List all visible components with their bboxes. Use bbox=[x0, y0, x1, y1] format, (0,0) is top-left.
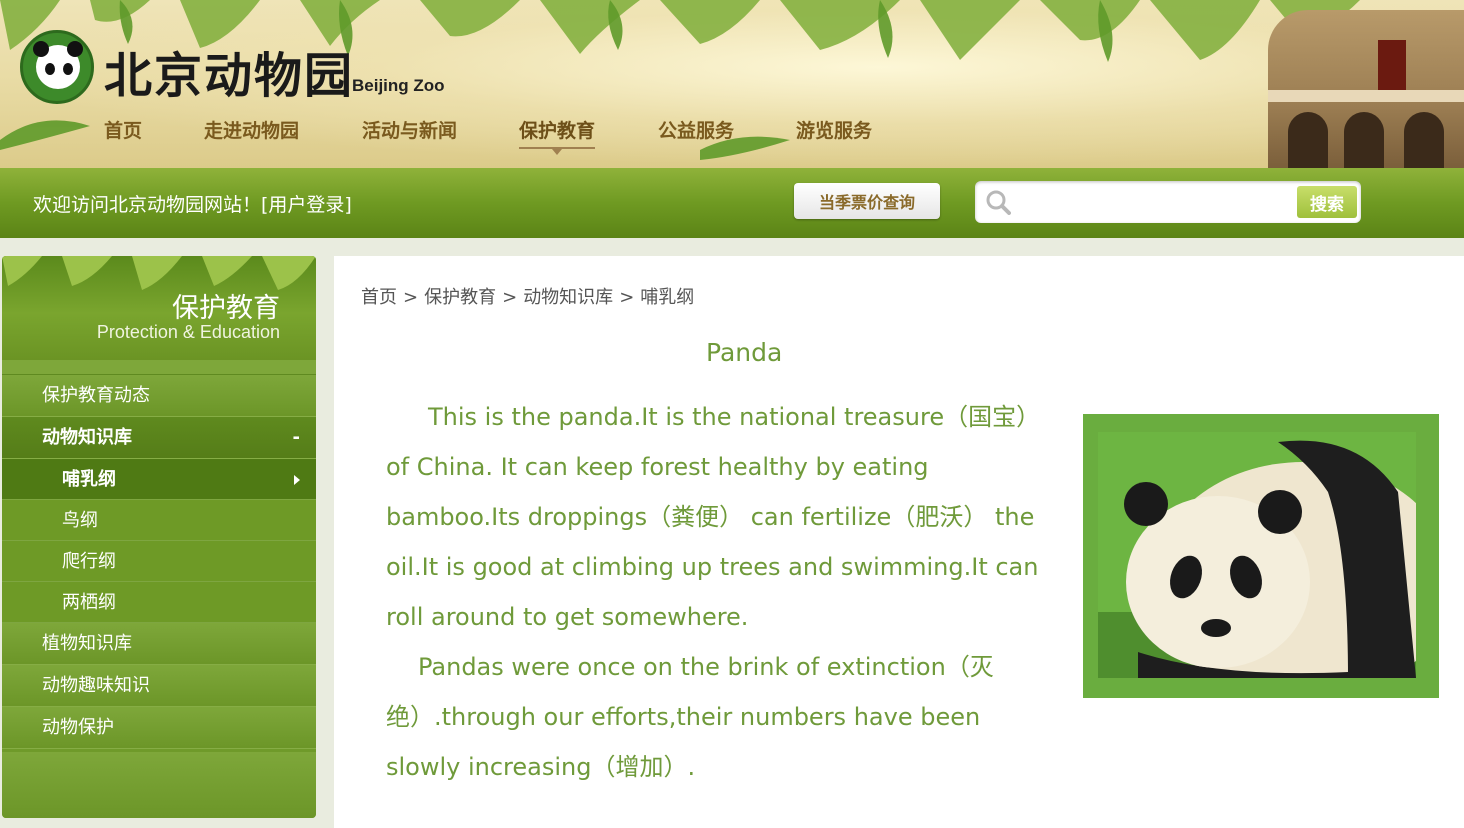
panda-photo bbox=[1098, 432, 1416, 678]
nav-news[interactable]: 活动与新闻 bbox=[362, 116, 457, 143]
article-title: Panda bbox=[706, 338, 783, 367]
sidebar-item-plant-knowledge[interactable]: 植物知识库 bbox=[2, 623, 316, 665]
nav-about-zoo[interactable]: 走进动物园 bbox=[204, 116, 299, 143]
site-header: 北京动物园 Beijing Zoo 首页 走进动物园 活动与新闻 保护教育 公益… bbox=[0, 0, 1464, 168]
nav-home[interactable]: 首页 bbox=[104, 116, 142, 143]
nav-visitor-service[interactable]: 游览服务 bbox=[796, 116, 872, 143]
search-button[interactable]: 搜索 bbox=[1297, 186, 1357, 218]
article-body: This is the panda.It is the national tre… bbox=[386, 392, 1056, 792]
breadcrumb-home[interactable]: 首页 bbox=[361, 287, 397, 308]
sidebar-header: 保护教育 Protection & Education bbox=[2, 256, 316, 360]
welcome-text: 欢迎访问北京动物园网站！[用户登录] bbox=[33, 190, 352, 217]
sidebar-subitem-label: 鸟纲 bbox=[62, 510, 98, 531]
utility-bar: 欢迎访问北京动物园网站！[用户登录] 当季票价查询 搜索 bbox=[0, 168, 1464, 238]
sidebar-subitem-birds[interactable]: 鸟纲 bbox=[2, 500, 316, 541]
sidebar-title: 保护教育 bbox=[172, 293, 280, 324]
search-box: 搜索 bbox=[975, 181, 1361, 223]
main-content: 首页 > 保护教育 > 动物知识库 > 哺乳纲 Panda This is the pand… bbox=[334, 256, 1464, 828]
sidebar-subtitle: Protection & Education bbox=[96, 322, 280, 342]
logo-title[interactable]: 北京动物园 bbox=[104, 36, 354, 106]
chevron-right-icon bbox=[294, 475, 300, 485]
nav-public-service[interactable]: 公益服务 bbox=[658, 116, 734, 143]
sidebar-item-label: 动物保护 bbox=[42, 717, 114, 738]
collapse-icon[interactable]: - bbox=[293, 417, 300, 459]
zoo-gate-image bbox=[1268, 10, 1464, 168]
sidebar-subitem-reptiles[interactable]: 爬行纲 bbox=[2, 541, 316, 582]
nav-education[interactable]: 保护教育 bbox=[519, 116, 596, 155]
breadcrumb: 首页 > 保护教育 > 动物知识库 > 哺乳纲 bbox=[361, 287, 695, 308]
logo-subtitle: Beijing Zoo bbox=[352, 76, 445, 95]
breadcrumb-animal-knowledge[interactable]: 动物知识库 bbox=[523, 287, 613, 308]
article-paragraph: Pandas were once on the brink of extinct… bbox=[386, 653, 994, 781]
sidebar-item-animal-protection[interactable]: 动物保护 bbox=[2, 707, 316, 749]
breadcrumb-mammals[interactable]: 哺乳纲 bbox=[640, 287, 694, 308]
ticket-price-button[interactable]: 当季票价查询 bbox=[794, 183, 940, 219]
sidebar-subitem-amphibians[interactable]: 两栖纲 bbox=[2, 582, 316, 623]
sidebar-item-label: 植物知识库 bbox=[42, 633, 132, 654]
sidebar-subitem-label: 两栖纲 bbox=[62, 592, 116, 613]
sidebar-subitem-label: 爬行纲 bbox=[62, 551, 116, 572]
sidebar-menu: 保护教育动态 动物知识库 - 哺乳纲 鸟纲 爬行纲 两栖纲 植物知识库 动物趣味… bbox=[2, 375, 316, 749]
sidebar-item-animal-fun-facts[interactable]: 动物趣味知识 bbox=[2, 665, 316, 707]
sidebar-item-label: 动物趣味知识 bbox=[42, 675, 150, 696]
sidebar-item-label: 保护教育动态 bbox=[42, 385, 150, 406]
sidebar-subitem-mammals[interactable]: 哺乳纲 bbox=[2, 459, 316, 500]
sidebar: 保护教育 Protection & Education 保护教育动态 动物知识库… bbox=[2, 256, 316, 818]
welcome-message: 欢迎访问北京动物园网站！ bbox=[33, 194, 262, 216]
panda-logo-icon[interactable] bbox=[20, 30, 94, 104]
sidebar-subitem-label: 哺乳纲 bbox=[62, 469, 116, 490]
sidebar-item-education-news[interactable]: 保护教育动态 bbox=[2, 375, 316, 417]
panda-photo-frame bbox=[1083, 414, 1439, 698]
panda-image bbox=[1098, 432, 1416, 678]
search-input[interactable] bbox=[1019, 187, 1293, 219]
sidebar-item-animal-knowledge[interactable]: 动物知识库 - bbox=[2, 417, 316, 459]
login-link[interactable]: [用户登录] bbox=[261, 194, 352, 216]
search-icon bbox=[986, 190, 1011, 215]
breadcrumb-education[interactable]: 保护教育 bbox=[424, 287, 496, 308]
article-paragraph: This is the panda.It is the national tre… bbox=[386, 403, 1041, 631]
sidebar-item-label: 动物知识库 bbox=[42, 427, 132, 448]
